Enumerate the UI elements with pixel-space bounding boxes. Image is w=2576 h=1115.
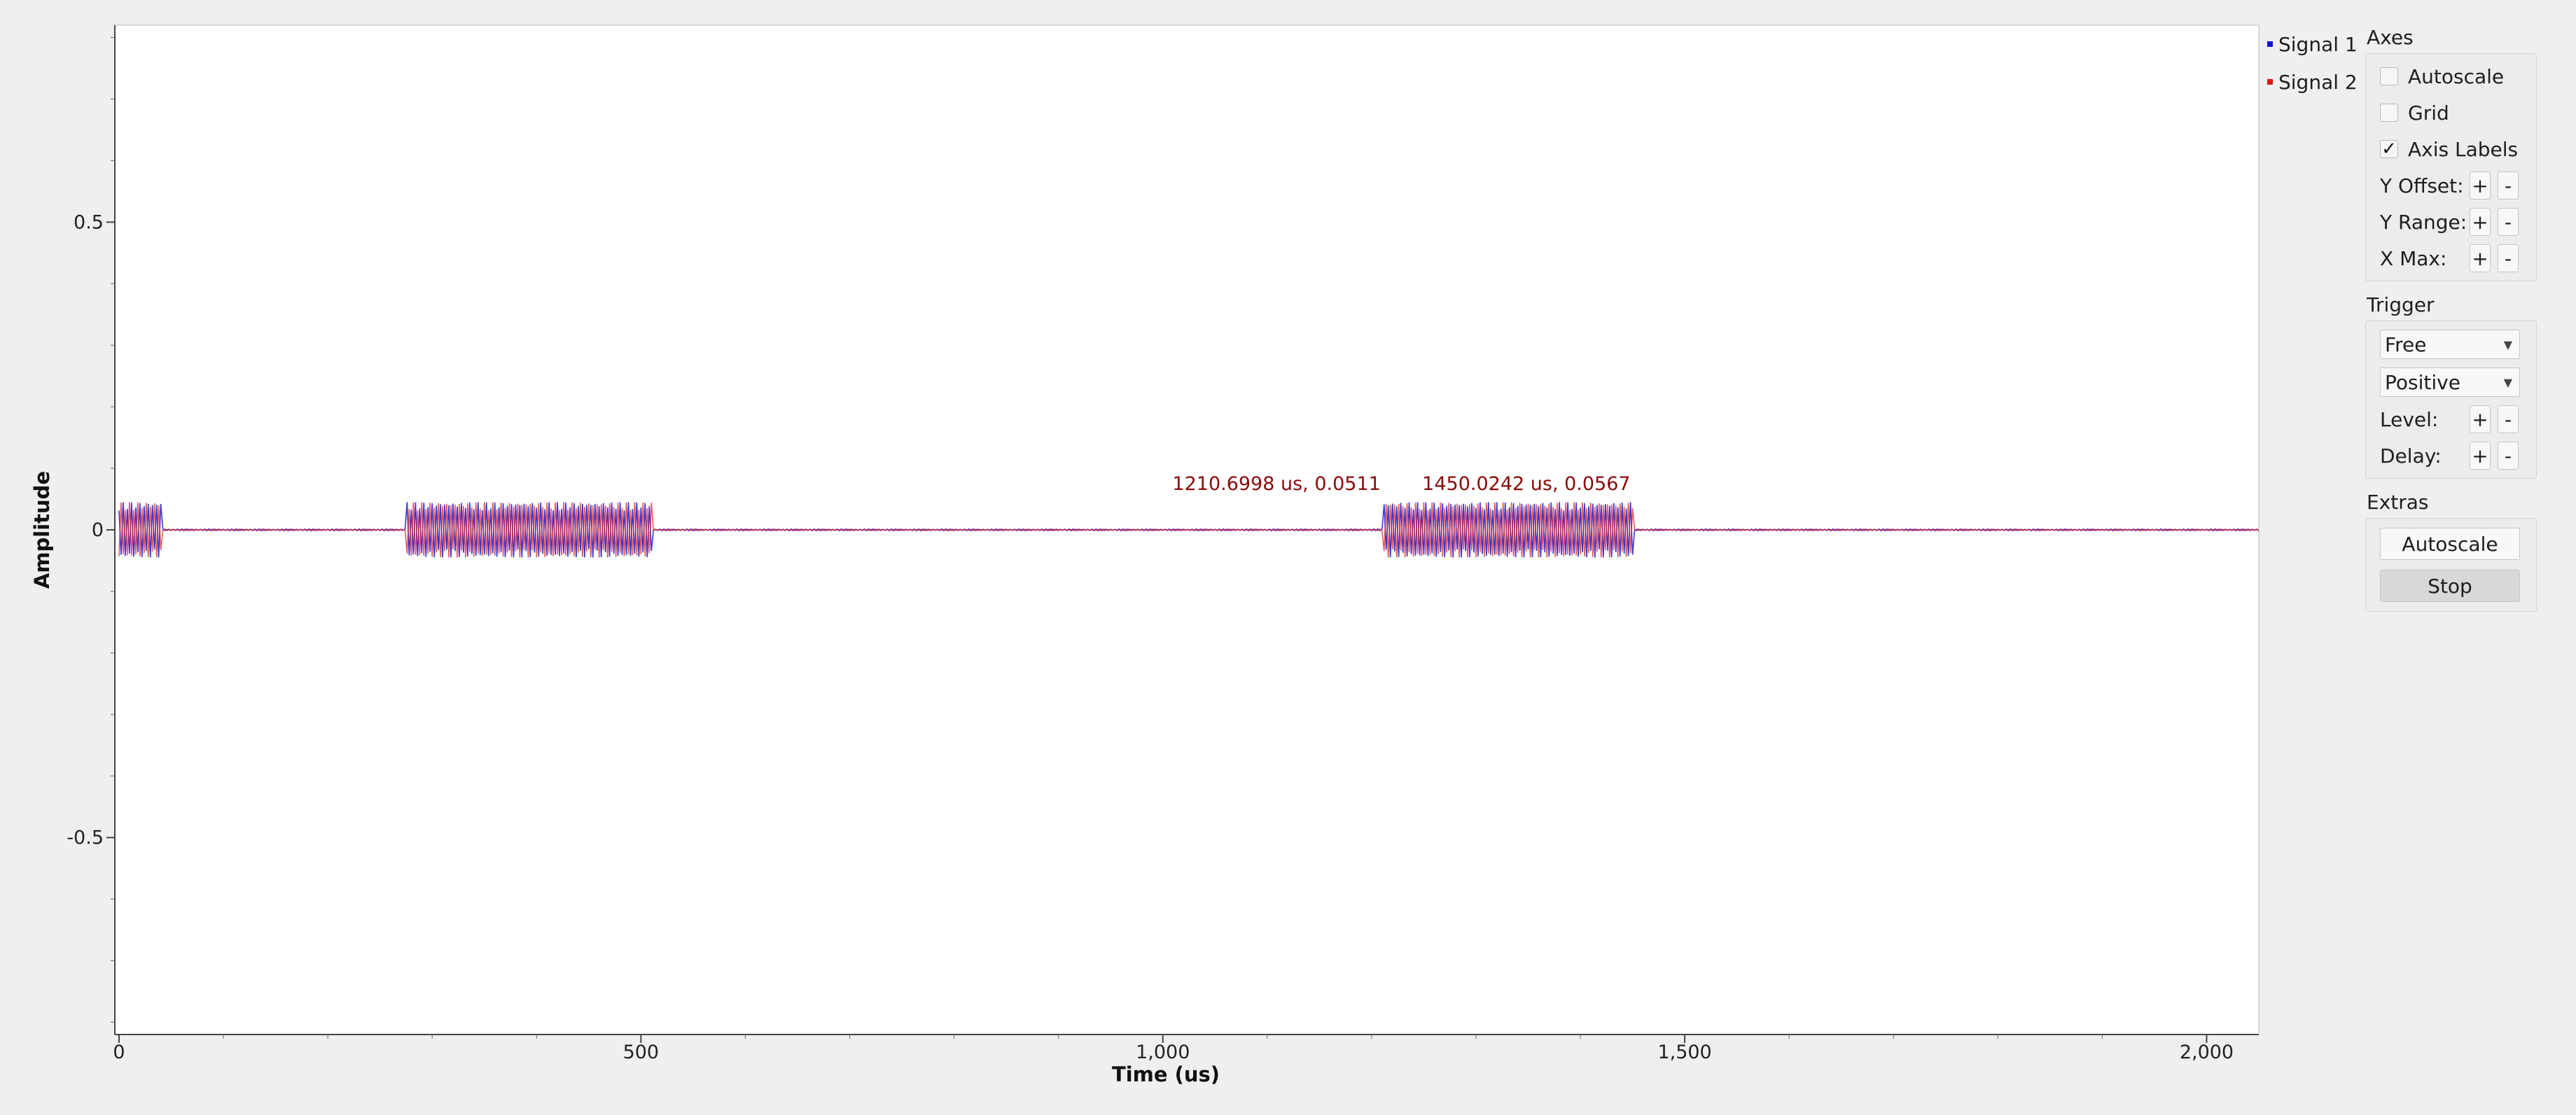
x-max-row: X Max: + - xyxy=(2366,240,2536,276)
x-tick-label: 500 xyxy=(623,1042,660,1063)
autoscale-checkbox-label: Autoscale xyxy=(2408,64,2505,88)
grid-checkbox-label: Grid xyxy=(2408,101,2449,125)
marker-label: 1450.0242 us, 0.0567 xyxy=(1422,473,1630,495)
y-tick-label: -0.5 xyxy=(67,827,104,849)
y-tick-label: 0 xyxy=(92,519,104,541)
trigger-level-label: Level: xyxy=(2380,407,2439,431)
axis-labels-checkbox[interactable]: ✓ xyxy=(2380,140,2398,158)
x-tick-label: 1,000 xyxy=(1136,1042,1190,1063)
trigger-delay-minus-button[interactable]: - xyxy=(2498,442,2519,470)
x-tick-label: 2,000 xyxy=(2180,1042,2234,1063)
y-range-plus-button[interactable]: + xyxy=(2470,208,2491,236)
y-range-label: Y Range: xyxy=(2380,210,2467,234)
extras-group-title: Extras xyxy=(2367,491,2429,514)
trigger-level-minus-button[interactable]: - xyxy=(2498,405,2519,433)
trigger-mode-select[interactable]: Free ▼ xyxy=(2380,330,2520,359)
x-tick-label: 1,500 xyxy=(1657,1042,1711,1063)
legend-label-signal-1: Signal 1 xyxy=(2278,32,2358,56)
y-offset-plus-button[interactable]: + xyxy=(2470,171,2491,199)
signal-2-swatch-icon xyxy=(2267,79,2273,85)
y-range-row: Y Range: + - xyxy=(2366,204,2536,240)
x-max-label: X Max: xyxy=(2380,246,2447,270)
y-offset-minus-button[interactable]: - xyxy=(2498,171,2519,199)
axes-group: Autoscale Grid ✓ Axis Labels Y Offset: +… xyxy=(2365,53,2537,281)
trigger-group-title: Trigger xyxy=(2367,293,2435,316)
x-max-plus-button[interactable]: + xyxy=(2470,244,2491,272)
trigger-delay-plus-button[interactable]: + xyxy=(2470,442,2491,470)
trigger-mode-value: Free xyxy=(2385,332,2427,356)
y-range-minus-button[interactable]: - xyxy=(2498,208,2519,236)
y-axis-label: Amplitude xyxy=(30,471,54,589)
autoscale-checkbox[interactable] xyxy=(2380,67,2398,85)
grid-checkbox-row[interactable]: Grid xyxy=(2366,94,2536,131)
trigger-level-plus-button[interactable]: + xyxy=(2470,405,2491,433)
extras-group: Autoscale Stop xyxy=(2365,518,2537,612)
legend-item-signal-2[interactable]: Signal 2 xyxy=(2267,63,2358,101)
legend: Signal 1 Signal 2 xyxy=(2267,25,2358,101)
x-max-minus-button[interactable]: - xyxy=(2498,244,2519,272)
trigger-slope-select[interactable]: Positive ▼ xyxy=(2380,367,2520,397)
legend-item-signal-1[interactable]: Signal 1 xyxy=(2267,25,2358,63)
axis-labels-checkbox-row[interactable]: ✓ Axis Labels xyxy=(2366,131,2536,167)
y-offset-row: Y Offset: + - xyxy=(2366,167,2536,204)
chevron-down-icon: ▼ xyxy=(2503,337,2512,351)
y-offset-label: Y Offset: xyxy=(2380,174,2464,197)
time-plot[interactable]: 0 500 1,000 1,500 2,000 0.5 0 -0.5 1210.6998 us… xyxy=(0,0,2262,1115)
signal-1-swatch-icon xyxy=(2267,41,2273,47)
legend-label-signal-2: Signal 2 xyxy=(2278,70,2358,94)
chevron-down-icon: ▼ xyxy=(2503,375,2512,389)
axes-group-title: Axes xyxy=(2367,26,2414,49)
y-tick-label: 0.5 xyxy=(74,211,104,233)
trigger-level-row: Level: + - xyxy=(2366,401,2536,437)
axis-labels-checkbox-label: Axis Labels xyxy=(2408,137,2519,161)
stop-button[interactable]: Stop xyxy=(2380,570,2520,602)
marker-label: 1210.6998 us, 0.0511 xyxy=(1172,473,1380,495)
trigger-delay-row: Delay: + - xyxy=(2366,437,2536,474)
trigger-slope-value: Positive xyxy=(2385,370,2460,394)
trigger-delay-label: Delay: xyxy=(2380,444,2442,468)
x-tick-label: 0 xyxy=(113,1042,125,1063)
trigger-group: Free ▼ Positive ▼ Level: + - Delay: + - xyxy=(2365,321,2537,479)
grid-checkbox[interactable] xyxy=(2380,104,2398,122)
x-axis-label: Time (us) xyxy=(1112,1063,1220,1086)
autoscale-button[interactable]: Autoscale xyxy=(2380,528,2520,560)
autoscale-checkbox-row[interactable]: Autoscale xyxy=(2366,58,2536,94)
control-panel: Axes Autoscale Grid ✓ Axis Labels Y Offs… xyxy=(2365,25,2537,612)
